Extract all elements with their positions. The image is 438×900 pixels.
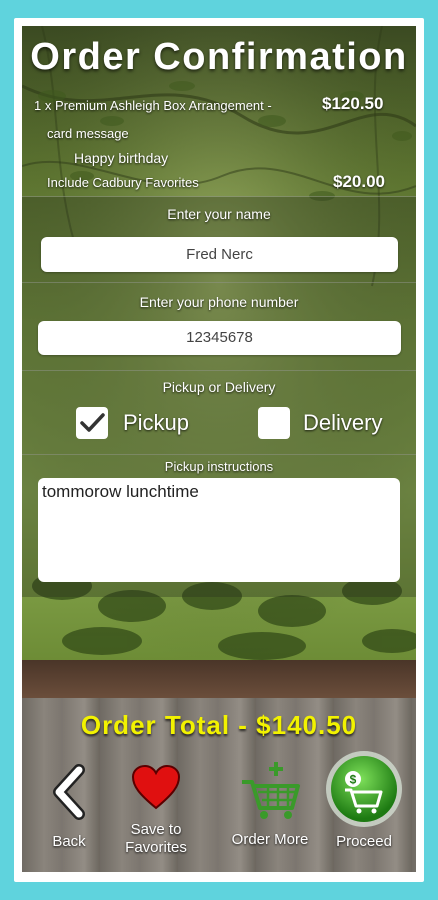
save-label-line2: Favorites: [125, 839, 187, 856]
name-label: Enter your name: [167, 206, 271, 222]
card-message-label: card message: [47, 126, 129, 141]
save-to-favorites-button[interactable]: Save to Favorites: [114, 764, 198, 857]
delivery-option-label[interactable]: Delivery: [303, 410, 382, 436]
extra-item-line: Include Cadbury Favorites: [47, 175, 199, 190]
order-item-price: $120.50: [322, 94, 384, 113]
pickup-option-label[interactable]: Pickup: [123, 410, 189, 436]
phone-field[interactable]: 12345678: [38, 321, 401, 355]
cart-plus-icon: [242, 762, 300, 819]
order-item-line: 1 x Premium Ashleigh Box Arrangement -: [34, 98, 272, 113]
order-total: Order Total - $140.50: [80, 710, 358, 740]
phone-label: Enter your phone number: [139, 294, 299, 310]
instructions-label: Pickup instructions: [164, 459, 274, 474]
proceed-button[interactable]: $ Proceed: [316, 750, 412, 851]
order-confirmation-screen: Order Confirmation 1 x Premium Ashleigh …: [22, 26, 416, 872]
back-button[interactable]: Back: [36, 764, 102, 851]
cart-dollar-icon: $: [326, 751, 402, 827]
back-label: Back: [52, 833, 86, 850]
checkmark-icon: [80, 413, 105, 432]
save-label-line1: Save to: [130, 821, 182, 838]
order-more-label: Order More: [231, 831, 309, 848]
proceed-label: Proceed: [336, 833, 392, 850]
card-message-text: Happy birthday: [74, 150, 169, 166]
instructions-textarea[interactable]: tommorow lunchtime: [38, 478, 400, 582]
order-more-button[interactable]: Order More: [218, 760, 322, 849]
chevron-left-icon: [53, 764, 85, 820]
page-title: Order Confirmation: [30, 36, 408, 78]
delivery-checkbox[interactable]: [258, 407, 290, 439]
svg-text:$: $: [350, 773, 357, 787]
pickup-checkbox[interactable]: [76, 407, 108, 439]
name-field[interactable]: Fred Nerc: [41, 237, 398, 272]
heart-icon: [131, 764, 181, 810]
pickup-delivery-label: Pickup or Delivery: [162, 379, 276, 395]
extra-item-price: $20.00: [333, 172, 385, 191]
wooden-floor-edge: [22, 660, 416, 698]
